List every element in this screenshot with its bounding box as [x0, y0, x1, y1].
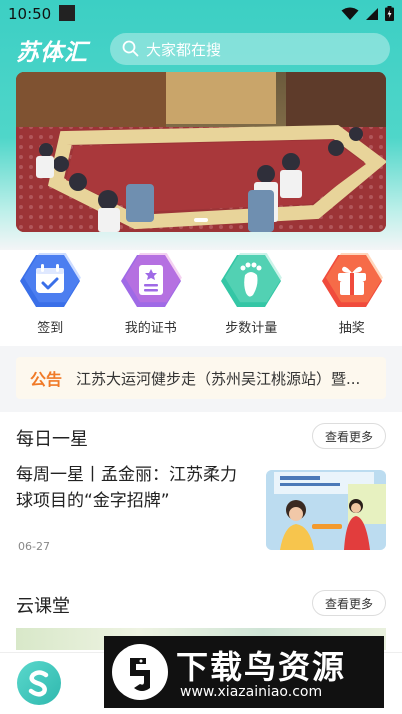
calendar-check-icon [18, 252, 82, 309]
quick-menu: 签到 我的证书 步数计量 抽奖 [0, 250, 402, 346]
quick-menu-checkin[interactable]: 签到 [0, 250, 101, 346]
quick-menu-lottery[interactable]: 抽奖 [302, 250, 402, 346]
watermark-url: www.xiazainiao.com [180, 684, 323, 700]
notification-icon [59, 5, 75, 21]
wifi-icon [341, 7, 359, 20]
quick-menu-certificate[interactable]: 我的证书 [101, 250, 202, 346]
battery-icon [385, 6, 394, 21]
star-section-header: 每日一星 查看更多 [16, 423, 386, 453]
banner-carousel[interactable] [16, 72, 386, 232]
status-icons [341, 6, 394, 21]
search-placeholder: 大家都在搜 [146, 41, 222, 59]
quick-menu-label: 我的证书 [124, 321, 177, 336]
course-more-button[interactable]: 查看更多 [312, 590, 386, 616]
certificate-icon [119, 252, 183, 309]
carousel-indicator [16, 218, 386, 222]
search-icon [122, 40, 139, 57]
star-more-button[interactable]: 查看更多 [312, 423, 386, 449]
notice-text: 江苏大运河健步走（苏州吴江桃源站）暨... [76, 369, 361, 388]
quick-menu-label: 签到 [37, 321, 64, 336]
carousel-dot-active [194, 218, 208, 222]
quick-menu-label: 抽奖 [338, 321, 365, 336]
gift-icon [320, 252, 384, 309]
section-title: 每日一星 [16, 429, 88, 450]
article-date: 06-27 [18, 540, 50, 553]
footprint-icon [219, 252, 283, 309]
bird-logo-icon [112, 644, 168, 700]
quick-menu-label: 步数计量 [225, 321, 278, 336]
app-logo-icon [28, 670, 49, 697]
section-title: 云课堂 [16, 596, 70, 617]
article-card[interactable]: 每周一星丨孟金丽：江苏柔力球项目的“金字招牌” 06-27 [16, 462, 386, 557]
article-title: 每周一星丨孟金丽：江苏柔力球项目的“金字招牌” [16, 465, 237, 511]
banner-image [16, 72, 386, 232]
quick-menu-steps[interactable]: 步数计量 [201, 250, 302, 346]
status-time: 10:50 [8, 5, 52, 23]
article-thumbnail [266, 470, 386, 550]
notice-bar[interactable]: 公告 江苏大运河健步走（苏州吴江桃源站）暨... [16, 357, 386, 399]
app-logo: 苏体汇 [16, 40, 88, 66]
course-section-header: 云课堂 查看更多 [16, 590, 386, 620]
nav-home-button[interactable] [17, 661, 61, 705]
notice-tag: 公告 [30, 370, 63, 389]
signal-icon [366, 7, 378, 20]
watermark-title: 下载鸟资源 [176, 648, 347, 686]
search-bar[interactable]: 大家都在搜 [110, 33, 390, 65]
watermark: 下载鸟资源 www.xiazainiao.com [104, 636, 384, 708]
status-bar: 10:50 [0, 0, 402, 28]
